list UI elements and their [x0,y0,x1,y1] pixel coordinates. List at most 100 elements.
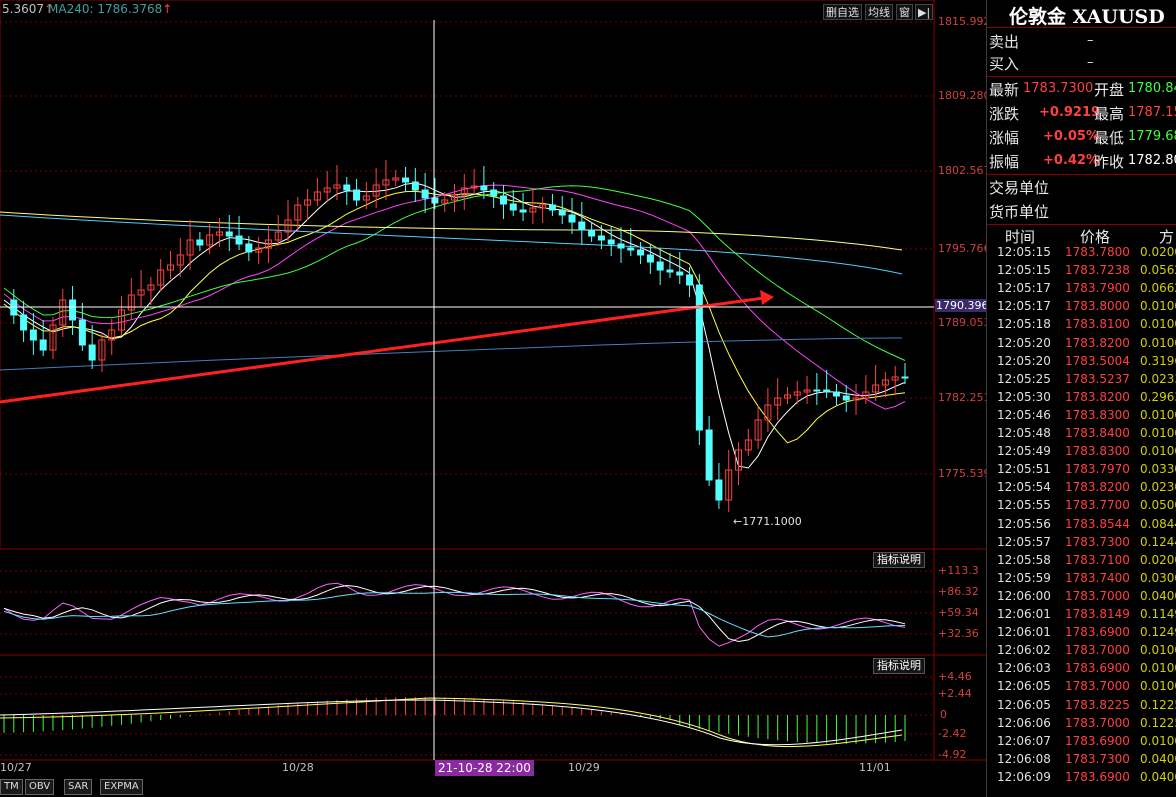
tick-price: 1783.6900 [1065,769,1130,784]
tick-volume: 0.0200 [1140,552,1176,567]
avg-line-button[interactable]: 均线 [865,4,893,20]
ma-prefix-value: 5.3607 [2,2,44,16]
window-button[interactable]: 窗 [896,4,913,20]
tick-volume: 0.0400 [1140,588,1176,603]
tick-time: 12:06:02 [997,643,1051,658]
tick-time: 12:05:48 [997,426,1051,440]
candles [10,160,909,512]
candlestick-chart[interactable] [0,0,986,797]
change-pct-value: +0.05% [1043,129,1099,144]
tick-time: 12:05:20 [997,335,1051,350]
divider [987,224,1176,225]
tick-price: 1783.8300 [1065,407,1130,422]
divider [987,174,1176,175]
tick-time: 12:05:59 [997,570,1051,585]
sell-value: – [1087,33,1094,48]
ma240-label: MA240: 1786.3768↑ [48,2,172,16]
tick-price: 1783.8300 [1065,444,1130,459]
tick-volume: 0.0100 [1140,335,1176,350]
tick-price: 1783.7800 [1065,245,1130,259]
tab-sar[interactable]: SAR [64,779,93,795]
amplitude-value: +0.42% [1043,153,1099,168]
tick-price: 1783.5237 [1065,371,1130,386]
candle-body [823,389,831,393]
candle-body [578,221,586,231]
ma-prefix: 5.3607↑ [2,2,54,16]
indicator2-help-button[interactable]: 指标说明 [873,658,925,674]
high-label: 最高 [1094,105,1125,123]
tick-price: 1783.7400 [1065,570,1130,585]
tick-price: 1783.7238 [1065,263,1130,278]
latest-label: 最新 [989,81,1020,99]
tick-price: 1783.7300 [1065,534,1130,549]
indicator1-lines [3,582,906,647]
tick-volume: 0.2963 [1140,389,1176,404]
candle-body [245,243,253,253]
divider [987,27,1176,28]
tick-volume: 0.0662 [1140,281,1176,296]
candle-body [235,235,243,245]
tick-price: 1783.8544 [1065,516,1130,531]
tick-volume: 0.0300 [1140,570,1176,585]
ma-line [3,182,906,469]
indicator2-axis-label: +4.46 [938,670,972,683]
tick-time: 12:05:49 [997,444,1051,459]
candle-body [597,235,605,241]
latest-value: 1783.7300 [1023,81,1094,96]
tick-volume: 0.1225 [1140,697,1176,712]
price-axis-label: 1795.766 [938,242,991,255]
tick-volume: 0.0500 [1140,498,1176,513]
candle-body [558,209,566,216]
delete-watchlist-button[interactable]: 删自选 [823,4,862,20]
tick-time: 12:05:57 [997,534,1051,549]
tick-volume: 0.0230 [1140,480,1176,495]
candle-body [421,189,429,199]
tick-time: 12:05:54 [997,480,1051,495]
tick-price: 1783.7000 [1065,679,1130,694]
price-axis-label: 1782.251 [938,391,991,404]
indicator1-help-button[interactable]: 指标说明 [873,552,925,568]
candle-body [519,209,527,213]
tick-price: 1783.7100 [1065,552,1130,567]
tick-price: 1783.8149 [1065,607,1130,621]
tick-price: 1783.8200 [1065,335,1130,350]
tick-price: 1783.8200 [1065,389,1130,404]
tab-expma[interactable]: EXPMA [100,779,143,795]
tick-volume: 0.0100 [1140,643,1176,658]
low-value: 1779.68 [1128,129,1176,144]
main-chart-frame [0,0,935,550]
candle-body [69,299,77,321]
candle-body [509,203,517,211]
change-pct-label: 涨幅 [989,129,1020,147]
tick-time: 12:05:30 [997,389,1051,404]
tick-time: 12:06:09 [997,769,1051,784]
candle-body [499,195,507,205]
tick-volume: 0.0400 [1140,751,1176,766]
trade-unit-label: 交易单位 [989,179,1050,197]
candle-body [548,204,556,211]
tick-time: 12:06:05 [997,697,1051,712]
candle-body [78,319,86,346]
prev-close-value: 1782.80 [1128,153,1176,168]
date-label: 10/29 [568,761,600,774]
tab-obv[interactable]: OBV [25,779,55,795]
tab-tm[interactable]: TM [0,779,23,795]
ma240-value: MA240: 1786.3768 [48,2,163,16]
crosshair-time-label: 21-10-28 22:00 [435,760,534,776]
price-axis-label: 1789.053 [938,316,991,329]
tick-price: 1783.5004 [1065,353,1130,368]
tick-volume: 0.1249 [1140,625,1176,640]
candle-body [343,184,351,191]
tick-time: 12:06:05 [997,679,1051,694]
tick-price: 1783.7000 [1065,588,1130,603]
low-label: 最低 [1094,129,1125,147]
tick-volume: 0.0330 [1140,462,1176,477]
next-button[interactable]: ▶| [915,4,934,20]
tick-price: 1783.7000 [1065,643,1130,658]
prev-close-label: 昨收 [1094,153,1125,171]
candle-body [705,429,713,481]
tick-volume: 0.0100 [1140,661,1176,676]
change-value: +0.9219 [1039,105,1101,120]
tick-time: 12:06:03 [997,661,1051,676]
indicator1-axis-label: +32.36 [938,627,979,640]
